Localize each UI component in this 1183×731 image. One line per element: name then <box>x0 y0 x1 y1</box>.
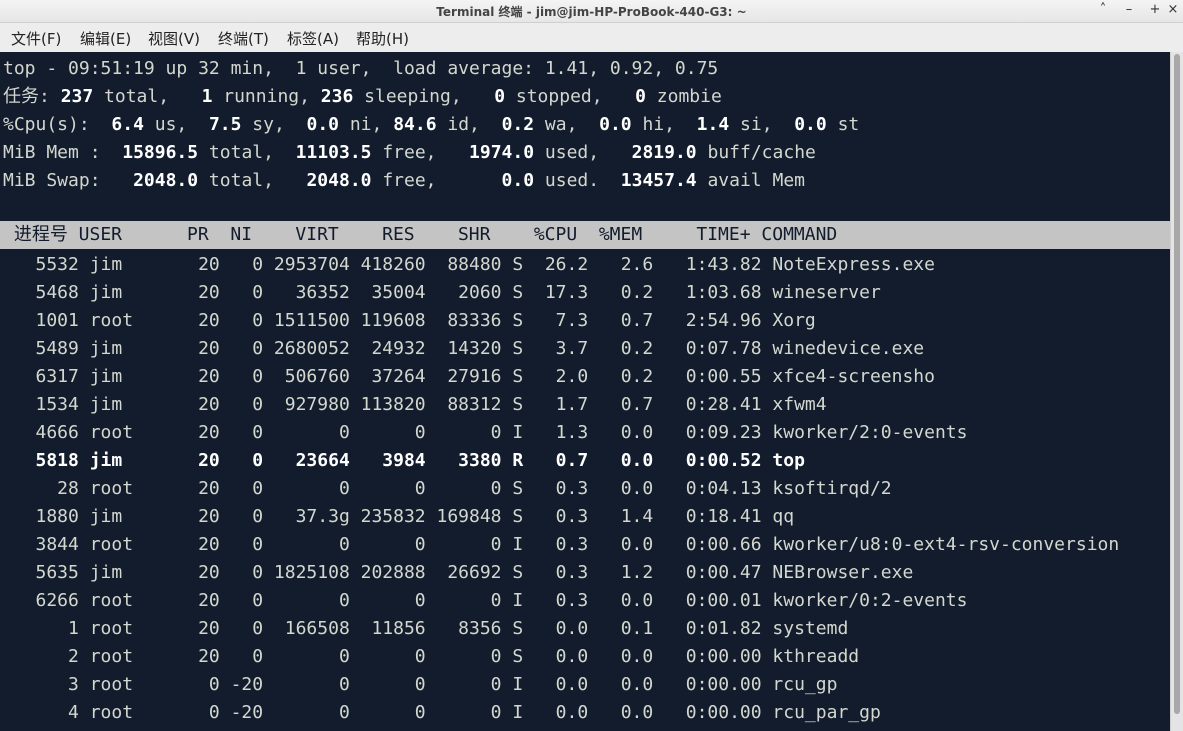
table-row: 4 root 0 -20 0 0 0 I 0.0 0.0 0:00.00 rcu… <box>3 702 881 723</box>
table-row: 1880 jim 20 0 37.3g 235832 169848 S 0.3 … <box>3 506 795 527</box>
menu-view[interactable]: 视图(V) <box>148 28 200 48</box>
table-row: 28 root 20 0 0 0 0 S 0.3 0.0 0:04.13 kso… <box>3 478 892 499</box>
table-row: 1534 jim 20 0 927980 113820 88312 S 1.7 … <box>3 394 827 415</box>
table-row: 1001 root 20 0 1511500 119608 83336 S 7.… <box>3 310 816 331</box>
table-row: 2 root 20 0 0 0 0 S 0.0 0.0 0:00.00 kthr… <box>3 646 860 667</box>
uptime-line: top - 09:51:19 up 32 min, 1 user, load a… <box>3 58 719 79</box>
menu-bar: 文件(F) 编辑(E) 视图(V) 终端(T) 标签(A) 帮助(H) <box>0 23 1183 52</box>
terminal-area[interactable]: top - 09:51:19 up 32 min, 1 user, load a… <box>0 52 1170 731</box>
table-row: 3 root 0 -20 0 0 0 I 0.0 0.0 0:00.00 rcu… <box>3 674 838 695</box>
swap-line: MiB Swap: 2048.0 total, 2048.0 free, 0.0… <box>3 170 805 191</box>
menu-edit[interactable]: 编辑(E) <box>80 28 131 48</box>
close-button[interactable]: × <box>1163 1 1183 19</box>
scrollbar-thumb[interactable] <box>1174 54 1180 714</box>
table-row: 3844 root 20 0 0 0 0 I 0.3 0.0 0:00.66 k… <box>3 534 1120 555</box>
table-row: 1 root 20 0 166508 11856 8356 S 0.0 0.1 … <box>3 618 849 639</box>
table-row: 5489 jim 20 0 2680052 24932 14320 S 3.7 … <box>3 338 925 359</box>
menu-help[interactable]: 帮助(H) <box>356 28 409 48</box>
menu-file[interactable]: 文件(F) <box>11 28 61 48</box>
scrollbar[interactable] <box>1170 52 1183 731</box>
mem-line: MiB Mem : 15896.5 total, 11103.5 free, 1… <box>3 142 816 163</box>
title-bar[interactable]: Terminal 终端 - jim@jim-HP-ProBook-440-G3:… <box>0 0 1183 23</box>
menu-terminal[interactable]: 终端(T) <box>218 28 269 48</box>
table-row: 5532 jim 20 0 2953704 418260 88480 S 26.… <box>3 254 935 275</box>
process-table-header: 进程号 USER PR NI VIRT RES SHR %CPU %MEM TI… <box>0 221 1170 249</box>
maximize-button[interactable]: + <box>1145 1 1165 19</box>
menu-tabs[interactable]: 标签(A) <box>287 28 339 48</box>
table-row: 6317 jim 20 0 506760 37264 27916 S 2.0 0… <box>3 366 935 387</box>
tasks-line: 任务: 237 total, 1 running, 236 sleeping, … <box>3 86 722 107</box>
table-row: 5818 jim 20 0 23664 3984 3380 R 0.7 0.0 … <box>3 450 805 471</box>
minimize-button[interactable]: – <box>1119 1 1139 19</box>
header-text: 进程号 USER PR NI VIRT RES SHR %CPU %MEM TI… <box>3 224 838 245</box>
cpu-line: %Cpu(s): 6.4 us, 7.5 sy, 0.0 ni, 84.6 id… <box>3 114 860 135</box>
table-row: 5635 jim 20 0 1825108 202888 26692 S 0.3… <box>3 562 914 583</box>
table-row: 4666 root 20 0 0 0 0 I 1.3 0.0 0:09.23 k… <box>3 422 968 443</box>
window-title: Terminal 终端 - jim@jim-HP-ProBook-440-G3:… <box>436 5 747 19</box>
table-row: 5468 jim 20 0 36352 35004 2060 S 17.3 0.… <box>3 282 881 303</box>
table-row: 6266 root 20 0 0 0 0 I 0.3 0.0 0:00.01 k… <box>3 590 968 611</box>
shade-button[interactable]: ˄ <box>1093 1 1113 19</box>
